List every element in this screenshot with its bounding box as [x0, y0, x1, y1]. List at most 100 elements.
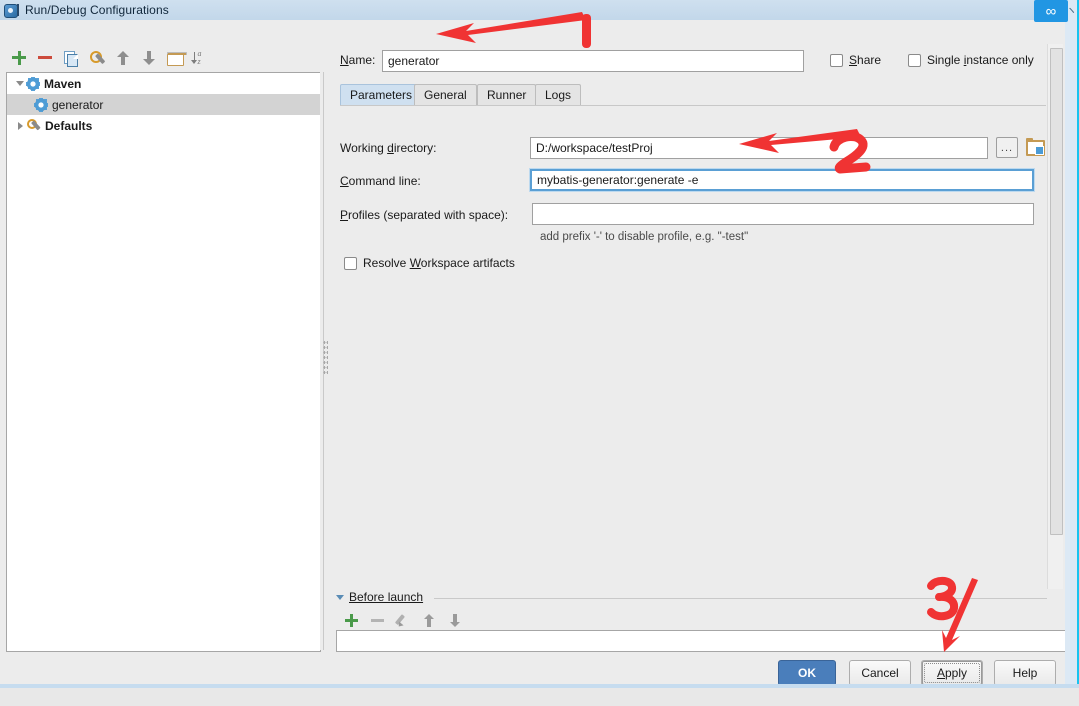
- gear-icon: [35, 99, 47, 111]
- chevron-down-icon[interactable]: [336, 595, 344, 600]
- tab-general[interactable]: General: [414, 84, 477, 105]
- cancel-button[interactable]: Cancel: [849, 660, 911, 686]
- browse-button-label: ...: [1001, 142, 1013, 154]
- checkbox-box[interactable]: [908, 54, 921, 67]
- name-input[interactable]: [382, 50, 804, 72]
- edit-defaults-button[interactable]: [84, 46, 110, 70]
- arrow-down-icon: [450, 614, 461, 627]
- before-launch-remove-button[interactable]: [364, 608, 390, 632]
- name-field-row: Name:: [340, 53, 375, 67]
- checkbox-box[interactable]: [344, 257, 357, 270]
- tree-node-label: generator: [52, 98, 103, 112]
- share-label: Share: [849, 53, 881, 67]
- dialog-title: Run/Debug Configurations: [25, 3, 169, 17]
- scrollbar-thumb[interactable]: [1050, 48, 1063, 535]
- help-button-label: Help: [1013, 666, 1038, 680]
- tab-logs[interactable]: Logs: [535, 84, 581, 105]
- tab-runner[interactable]: Runner: [477, 84, 536, 105]
- move-down-button[interactable]: [136, 46, 162, 70]
- tab-label: General: [424, 88, 467, 102]
- working-directory-row: Working directory:: [340, 141, 437, 155]
- module-folder-icon[interactable]: [1026, 139, 1044, 155]
- command-line-label: Command line:: [340, 174, 421, 188]
- before-launch-move-up-button[interactable]: [416, 608, 442, 632]
- working-directory-input[interactable]: [530, 137, 988, 159]
- ok-button[interactable]: OK: [778, 660, 836, 686]
- command-line-row: Command line:: [340, 174, 421, 188]
- bottom-edge-strip: [0, 684, 1079, 688]
- arrow-up-icon: [117, 51, 129, 65]
- gear-icon: [27, 78, 39, 90]
- before-launch-edit-button[interactable]: [390, 608, 416, 632]
- resolve-workspace-label: Resolve Workspace artifacts: [363, 256, 515, 270]
- tree-node-defaults[interactable]: Defaults: [7, 115, 320, 136]
- create-folder-button[interactable]: [162, 46, 188, 70]
- copy-icon: [64, 51, 78, 66]
- panel-splitter[interactable]: [320, 72, 330, 650]
- plus-icon: [345, 614, 358, 627]
- tab-parameters[interactable]: Parameters: [340, 84, 422, 105]
- tree-node-generator[interactable]: generator: [7, 94, 320, 115]
- dialog-body: az Maven generator Defaults: [0, 20, 1079, 688]
- run-debug-icon: [4, 3, 20, 17]
- wrench-icon: [27, 119, 40, 132]
- profiles-input[interactable]: [532, 203, 1034, 225]
- arrow-down-icon: [143, 51, 155, 65]
- before-launch-task-list[interactable]: [336, 630, 1079, 652]
- cancel-button-label: Cancel: [861, 666, 898, 680]
- tab-label: Parameters: [350, 88, 412, 102]
- single-instance-checkbox[interactable]: Single instance only: [908, 53, 1034, 67]
- before-launch-add-button[interactable]: [338, 608, 364, 632]
- dialog-title-bar: Run/Debug Configurations: [0, 0, 1079, 21]
- copy-configuration-button[interactable]: [58, 46, 84, 70]
- add-configuration-button[interactable]: [6, 46, 32, 70]
- right-edge-strip: [1065, 0, 1079, 688]
- before-launch-title: Before launch: [349, 590, 423, 604]
- editor-vertical-scrollbar[interactable]: [1047, 44, 1063, 589]
- name-label: Name:: [340, 53, 375, 67]
- minus-icon: [371, 614, 384, 627]
- move-up-button[interactable]: [110, 46, 136, 70]
- tabs-underline: [340, 105, 1046, 106]
- single-instance-label: Single instance only: [927, 53, 1034, 67]
- remove-configuration-button[interactable]: [32, 46, 58, 70]
- splitter-grip[interactable]: [323, 340, 328, 374]
- apply-button[interactable]: Apply: [921, 660, 983, 686]
- arrow-up-icon: [424, 614, 435, 627]
- checkbox-box[interactable]: [830, 54, 843, 67]
- tree-node-label: Maven: [44, 77, 81, 91]
- profiles-row: Profiles (separated with space):: [340, 208, 508, 222]
- configurations-tree[interactable]: Maven generator Defaults: [6, 72, 321, 652]
- overlay-badge-icon: ∞: [1034, 0, 1068, 22]
- configurations-toolbar: az: [6, 45, 316, 71]
- browse-directory-button[interactable]: ...: [996, 137, 1018, 158]
- apply-button-label: Apply: [937, 666, 967, 680]
- configuration-editor-panel: Name: Share Single instance only Working…: [330, 44, 1057, 589]
- before-launch-header[interactable]: Before launch: [336, 590, 423, 604]
- share-checkbox[interactable]: Share: [830, 53, 881, 67]
- chevron-right-icon[interactable]: [13, 122, 27, 130]
- chevron-down-icon[interactable]: [13, 81, 27, 86]
- before-launch-move-down-button[interactable]: [442, 608, 468, 632]
- command-line-input[interactable]: [530, 169, 1034, 191]
- sort-button[interactable]: az: [188, 46, 214, 70]
- sort-alpha-icon: az: [194, 51, 209, 66]
- overlay-glyph-icon: ヽ: [1066, 2, 1077, 18]
- working-directory-label: Working directory:: [340, 141, 437, 155]
- wrench-icon: [90, 51, 105, 66]
- folder-icon: [167, 52, 183, 65]
- section-divider: [434, 598, 1047, 599]
- configuration-tabs: Parameters General Runner Logs: [340, 84, 1056, 105]
- dialog-button-bar: OK Cancel Apply Help: [0, 660, 1079, 706]
- profiles-label: Profiles (separated with space):: [340, 208, 508, 222]
- plus-icon: [12, 51, 26, 65]
- ok-button-label: OK: [798, 666, 816, 680]
- tree-node-maven[interactable]: Maven: [7, 73, 320, 94]
- pencil-icon: [396, 613, 410, 627]
- profiles-hint: add prefix '-' to disable profile, e.g. …: [540, 231, 748, 243]
- before-launch-toolbar: [338, 608, 468, 632]
- annotation-number-1: [578, 14, 596, 48]
- before-launch-section: Before launch: [330, 588, 1057, 650]
- resolve-workspace-checkbox[interactable]: Resolve Workspace artifacts: [344, 256, 515, 270]
- help-button[interactable]: Help: [994, 660, 1056, 686]
